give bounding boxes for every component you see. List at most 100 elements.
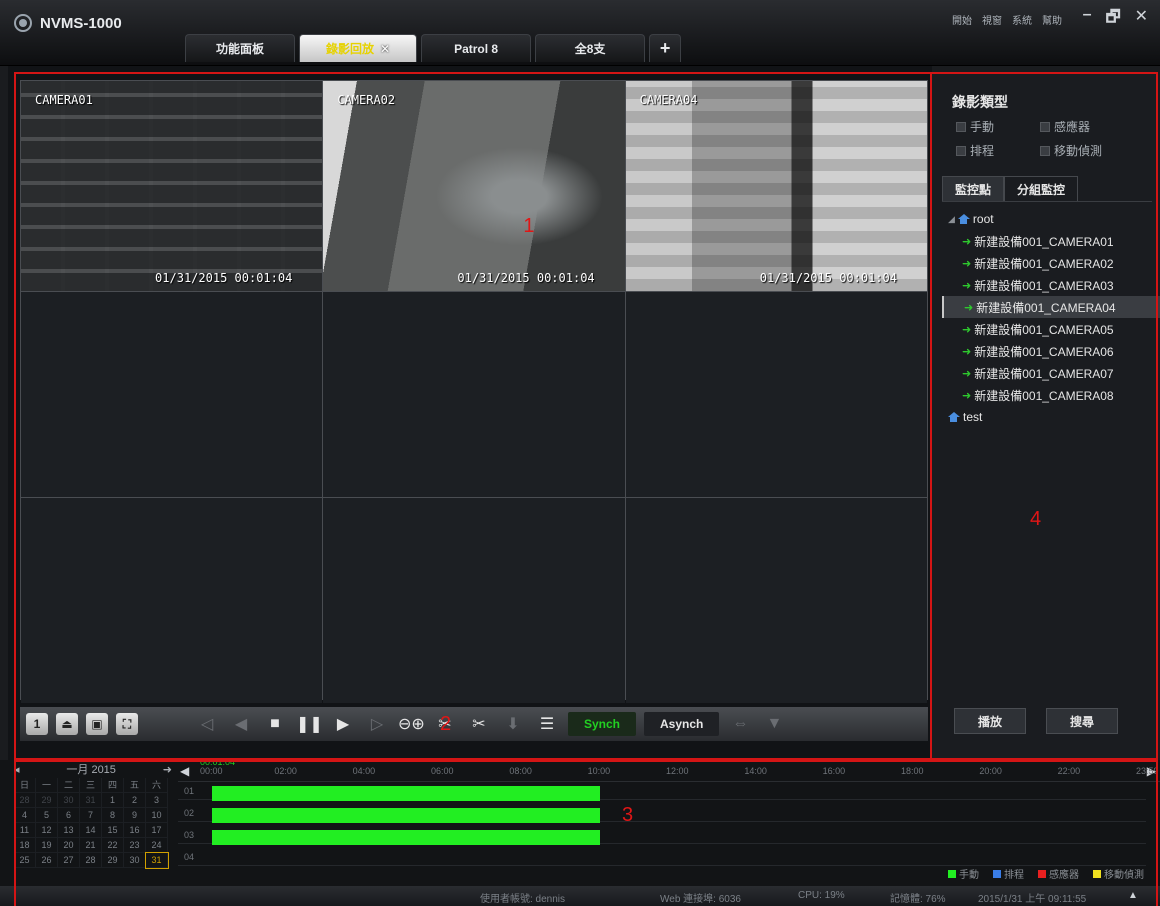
synch-button[interactable]: Synch xyxy=(568,712,637,736)
expand-status-icon[interactable]: ▲ xyxy=(1128,890,1138,901)
calendar-day[interactable]: 7 xyxy=(80,808,102,823)
more-options-icon[interactable]: ⇔ xyxy=(727,715,753,733)
tree-root-test[interactable]: test xyxy=(942,406,1160,428)
calendar-day[interactable]: 3 xyxy=(146,793,168,808)
rewind-icon[interactable]: ◀ xyxy=(228,714,254,734)
list-icon[interactable]: ☰ xyxy=(534,714,560,734)
tree-root[interactable]: ◢ root xyxy=(942,208,1160,230)
restore-icon[interactable]: 🗗 xyxy=(1106,6,1121,33)
calendar-day[interactable]: 5 xyxy=(36,808,58,823)
calendar-day[interactable]: 4 xyxy=(14,808,36,823)
video-cell-8[interactable] xyxy=(323,498,625,703)
calendar-day[interactable]: 10 xyxy=(146,808,168,823)
tab-monitor-points[interactable]: 監控點 xyxy=(942,176,1005,201)
checkbox[interactable] xyxy=(956,121,966,132)
timeline-track[interactable]: 01 xyxy=(178,784,1146,801)
speed-slider-icon[interactable]: ⊖⊕ xyxy=(398,714,425,734)
stop-icon[interactable]: ■ xyxy=(262,715,288,733)
video-cell-4[interactable] xyxy=(21,292,323,497)
tree-item-camera07[interactable]: ➜ 新建設備001_CAMERA07 xyxy=(942,362,1160,384)
calendar-day[interactable]: 24 xyxy=(146,838,168,853)
rec-opt-sensor[interactable]: 感應器 xyxy=(1040,118,1090,135)
calendar-day[interactable]: 12 xyxy=(36,823,58,838)
calendar-day[interactable]: 8 xyxy=(102,808,124,823)
menu-window[interactable]: 視窗 xyxy=(982,12,1002,27)
snapshot-off-icon[interactable]: ▣ xyxy=(86,713,108,735)
calendar-day[interactable]: 29 xyxy=(102,853,124,868)
tree-item-camera06[interactable]: ➜ 新建設備001_CAMERA06 xyxy=(942,340,1160,362)
tree-item-camera04[interactable]: ➜ 新建設備001_CAMERA04 xyxy=(942,296,1160,318)
tab-group-monitor[interactable]: 分組監控 xyxy=(1004,176,1079,201)
calendar-day[interactable]: 6 xyxy=(58,808,80,823)
calendar-day[interactable]: 11 xyxy=(14,823,36,838)
rec-opt-schedule[interactable]: 排程 xyxy=(956,142,994,159)
tab-all-8[interactable]: 全8支 xyxy=(535,34,646,62)
calendar-day[interactable]: 15 xyxy=(102,823,124,838)
calendar-day[interactable]: 31 xyxy=(80,793,102,808)
rec-opt-motion[interactable]: 移動偵測 xyxy=(1040,142,1102,159)
recording-bar[interactable] xyxy=(212,808,601,823)
minimize-icon[interactable]: – xyxy=(1083,6,1092,33)
tree-item-camera08[interactable]: ➜ 新建設備001_CAMERA08 xyxy=(942,384,1160,406)
calendar-day[interactable]: 27 xyxy=(58,853,80,868)
calendar-day[interactable]: 25 xyxy=(14,853,36,868)
checkbox[interactable] xyxy=(1040,121,1050,132)
video-cell-7[interactable] xyxy=(21,498,323,703)
timeline-track[interactable]: 04 xyxy=(178,850,1146,866)
calendar-day[interactable]: 31 xyxy=(145,852,169,869)
calendar-day[interactable]: 26 xyxy=(36,853,58,868)
video-cell-6[interactable] xyxy=(625,292,927,497)
calendar-day[interactable]: 29 xyxy=(36,793,58,808)
menu-help[interactable]: 幫助 xyxy=(1042,12,1062,27)
calendar-day[interactable]: 13 xyxy=(58,823,80,838)
checkbox[interactable] xyxy=(1040,145,1050,156)
prev-month-icon[interactable]: ◂ xyxy=(14,763,20,776)
play-button[interactable]: 播放 xyxy=(954,708,1026,734)
timeline-left-arrow-icon[interactable]: ◀ xyxy=(180,764,189,778)
tree-item-camera05[interactable]: ➜ 新建設備001_CAMERA05 xyxy=(942,318,1160,340)
tree-item-camera03[interactable]: ➜ 新建設備001_CAMERA03 xyxy=(942,274,1160,296)
tab-playback[interactable]: 錄影回放 ✕ xyxy=(299,34,418,62)
download-icon[interactable]: ⬇ xyxy=(500,714,526,734)
menu-start[interactable]: 開始 xyxy=(952,12,972,27)
video-cell-1[interactable]: CAMERA01 01/31/2015 00:01:04 xyxy=(21,81,323,291)
recording-bar[interactable] xyxy=(212,786,601,801)
pause-icon[interactable]: ❚❚ xyxy=(296,714,323,734)
calendar-day[interactable]: 16 xyxy=(124,823,146,838)
close-tab-icon[interactable]: ✕ xyxy=(380,42,390,56)
calendar-day[interactable]: 20 xyxy=(58,838,80,853)
expand-caret-icon[interactable]: ◢ xyxy=(948,214,955,225)
timeline-track[interactable]: 02 xyxy=(178,806,1146,823)
tab-patrol-8[interactable]: Patrol 8 xyxy=(421,34,532,62)
calendar-day[interactable]: 28 xyxy=(14,793,36,808)
calendar-day[interactable]: 22 xyxy=(102,838,124,853)
calendar-day[interactable]: 2 xyxy=(124,793,146,808)
search-button[interactable]: 搜尋 xyxy=(1046,708,1118,734)
calendar-day[interactable]: 1 xyxy=(102,793,124,808)
forward-icon[interactable]: ▶ xyxy=(330,714,356,734)
step-back-icon[interactable]: ◁ xyxy=(194,714,220,734)
video-cell-9[interactable] xyxy=(625,498,927,703)
video-cell-3[interactable]: CAMERA04 01/31/2015 00:01:04 xyxy=(625,81,927,291)
calendar-day[interactable]: 21 xyxy=(80,838,102,853)
eject-layout-icon[interactable]: ⏏ xyxy=(56,713,78,735)
checkbox[interactable] xyxy=(956,145,966,156)
calendar-day[interactable]: 19 xyxy=(36,838,58,853)
layout-1-button[interactable]: 1 xyxy=(26,713,48,735)
calendar-day[interactable]: 18 xyxy=(14,838,36,853)
step-forward-icon[interactable]: ▷ xyxy=(364,714,390,734)
next-month-icon[interactable]: ➜ xyxy=(163,763,172,776)
add-tab-button[interactable]: + xyxy=(649,34,682,62)
close-icon[interactable]: ✕ xyxy=(1135,6,1148,33)
dropdown-chevron-icon[interactable]: ▼ xyxy=(761,715,787,733)
menu-system[interactable]: 系統 xyxy=(1012,12,1032,27)
calendar-day[interactable]: 30 xyxy=(58,793,80,808)
video-cell-5[interactable] xyxy=(323,292,625,497)
calendar-day[interactable]: 23 xyxy=(124,838,146,853)
tree-item-camera01[interactable]: ➜ 新建設備001_CAMERA01 xyxy=(942,230,1160,252)
recording-bar[interactable] xyxy=(212,830,601,845)
rec-opt-manual[interactable]: 手動 xyxy=(956,118,994,135)
calendar-day[interactable]: 14 xyxy=(80,823,102,838)
tree-item-camera02[interactable]: ➜ 新建設備001_CAMERA02 xyxy=(942,252,1160,274)
calendar-day[interactable]: 17 xyxy=(146,823,168,838)
